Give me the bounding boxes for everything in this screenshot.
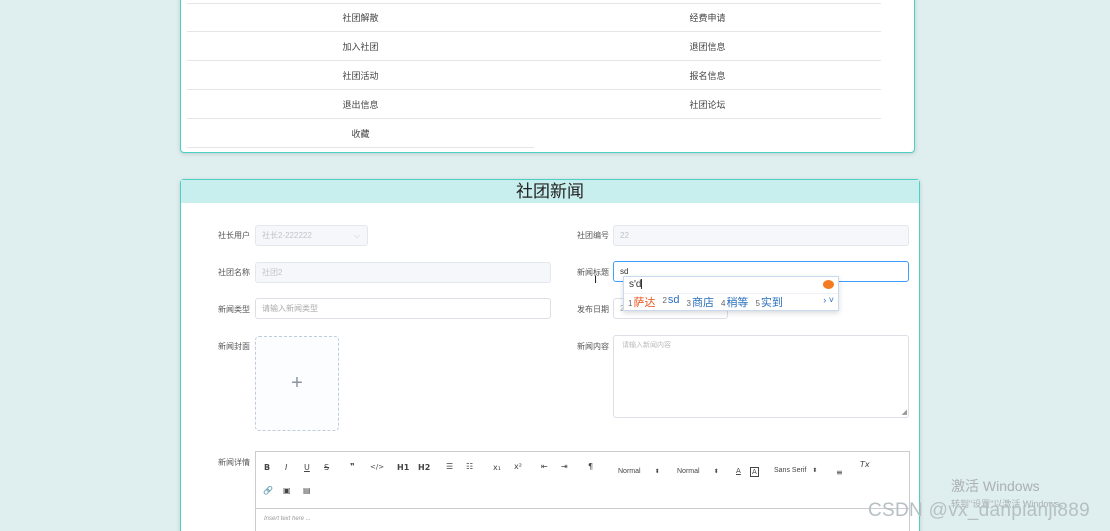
blockquote-button[interactable]: ❞ [350,462,355,471]
ime-candidate-text: 稍等 [726,297,749,309]
ime-candidate[interactable]: 3商店 [687,294,714,310]
plus-icon: + [291,372,303,394]
code-block-button[interactable]: </> [370,463,384,471]
menu-item-empty [534,119,881,148]
resize-handle-icon[interactable]: ◢ [902,408,907,416]
menu-item-activities[interactable]: 社团活动 [187,61,534,89]
page-title: 社团新闻 [181,180,919,203]
ime-candidate-number: 3 [686,299,691,308]
menu-item-leave-info[interactable]: 退团信息 [534,32,881,60]
president-user-label: 社长用户 [218,231,250,240]
menu-item-signup-info[interactable]: 报名信息 [534,61,881,89]
ime-page-nav[interactable]: › ˅ [823,295,834,305]
menu-item-join-club[interactable]: 加入社团 [187,32,534,60]
ordered-list-icon[interactable]: ☰ [446,462,453,471]
ime-candidate-list: 1萨达 2sd 3商店 4稍等 5实到 [628,294,783,310]
updown-arrow-icon: ⬍ [654,469,660,475]
ime-candidate-number: 1 [628,299,633,308]
header-select-value: Normal [677,468,700,475]
menu-item-favorites[interactable]: 收藏 [187,119,534,148]
strike-button[interactable]: S [324,463,329,472]
ime-candidate-text: 商店 [691,297,714,309]
publish-date-label: 发布日期 [577,305,609,314]
menu-item-dissolve[interactable]: 社团解散 [187,4,534,31]
font-select[interactable]: Sans Serif ⬍ [774,467,817,474]
news-type-label: 新闻类型 [218,305,250,314]
video-icon[interactable]: ▤ [303,486,311,495]
ime-candidate[interactable]: 5实到 [755,294,782,310]
menu-row: 收藏 [187,119,881,148]
news-content-placeholder: 请输入新闻内容 [622,342,671,349]
ime-candidate-text: 萨达 [633,297,656,309]
news-content-label: 新闻内容 [577,342,609,351]
superscript-button[interactable]: x² [514,462,522,471]
text-caret [641,279,643,290]
menu-item-exit-info[interactable]: 退出信息 [187,90,534,118]
president-user-value: 社长2-222222 [262,231,312,240]
ime-composition-text: s'd [629,279,642,290]
cover-upload-button[interactable]: + [255,336,339,431]
ime-logo-icon [823,280,834,289]
ime-candidate-number: 2 [662,296,667,305]
news-cover-label: 新闻封面 [218,342,250,351]
font-select-value: Sans Serif [774,467,807,474]
menu-item-forum[interactable]: 社团论坛 [534,90,881,118]
editor-toolbar: B I U S ❞ </> H1 H2 ☰ ☷ x₁ x² ⇤ ⇥ ¶ Norm… [256,452,909,509]
menu-row: 社团活动 报名信息 [187,61,881,90]
ime-candidate[interactable]: 4稍等 [721,294,748,310]
club-name-field: 社团2 [255,262,551,283]
activation-title: 激活 Windows [951,478,1040,494]
csdn-watermark: CSDN @vx_danpianji889 [868,500,1091,521]
menu-row: 社团解散 经费申请 [187,3,881,32]
bullet-list-icon[interactable]: ☷ [466,462,473,471]
text-color-button[interactable]: A [736,467,741,475]
club-news-card: 社团新闻 社长用户 社长2-222222 ⌵ 社团编号 22 社团名称 社团2 … [180,179,920,531]
subscript-button[interactable]: x₁ [493,463,501,472]
updown-arrow-icon: ⬍ [713,469,719,475]
background-color-button[interactable]: A [750,467,759,477]
size-select-value: Normal [618,468,641,475]
ime-candidate-text: sd [667,294,680,306]
ime-candidate-number: 4 [720,299,726,308]
updown-arrow-icon: ⬍ [812,468,818,474]
header-1-button[interactable]: H1 [397,463,409,472]
president-user-select: 社长2-222222 ⌵ [255,225,368,246]
news-title-label: 新闻标题 [577,268,609,277]
ime-candidate-number: 5 [755,299,760,308]
text-direction-icon[interactable]: ¶ [588,462,593,471]
news-type-input[interactable]: 请输入新闻类型 [255,298,551,319]
ime-composition: s'd [629,279,643,290]
clean-format-icon[interactable]: Tx [860,460,870,469]
image-icon[interactable]: ▣ [283,486,291,495]
chevron-down-icon: ⌵ [353,231,360,240]
menu-row: 退出信息 社团论坛 [187,90,881,119]
club-menu-table: 社团解散 经费申请 加入社团 退团信息 社团活动 报名信息 退出信息 社团论坛 … [187,3,881,148]
news-content-textarea[interactable]: 请输入新闻内容 ◢ [613,335,909,418]
ime-candidate[interactable]: 1萨达 [628,294,655,310]
menu-item-fund-apply[interactable]: 经费申请 [534,4,881,31]
link-icon[interactable]: 🔗 [263,486,273,495]
menu-row: 加入社团 退团信息 [187,32,881,61]
size-select[interactable]: Normal ⬍ [618,468,660,475]
rich-text-editor: B I U S ❞ </> H1 H2 ☰ ☷ x₁ x² ⇤ ⇥ ¶ Norm… [255,451,910,531]
club-name-label: 社团名称 [218,268,250,277]
indent-icon[interactable]: ⇥ [561,462,568,471]
header-2-button[interactable]: H2 [418,463,430,472]
italic-button[interactable]: I [285,463,287,472]
club-id-field: 22 [613,225,909,246]
mouse-ibeam-cursor-icon: I [594,274,598,286]
club-id-label: 社团编号 [577,231,609,240]
news-detail-label: 新闻详情 [218,458,250,467]
bold-button[interactable]: B [264,463,270,472]
header-select[interactable]: Normal ⬍ [677,468,719,475]
ime-candidate-popup: s'd 1萨达 2sd 3商店 4稍等 5实到 › ˅ [623,276,839,311]
underline-button[interactable]: U [304,463,310,472]
ime-candidate[interactable]: 2sd [662,294,679,310]
align-icon[interactable]: ≡ [836,468,843,477]
outdent-icon[interactable]: ⇤ [541,462,548,471]
ime-candidate-text: 实到 [760,297,783,309]
editor-content-area[interactable]: Insert text here ... [256,509,909,529]
club-menu-card: 社团解散 经费申请 加入社团 退团信息 社团活动 报名信息 退出信息 社团论坛 … [180,0,915,153]
